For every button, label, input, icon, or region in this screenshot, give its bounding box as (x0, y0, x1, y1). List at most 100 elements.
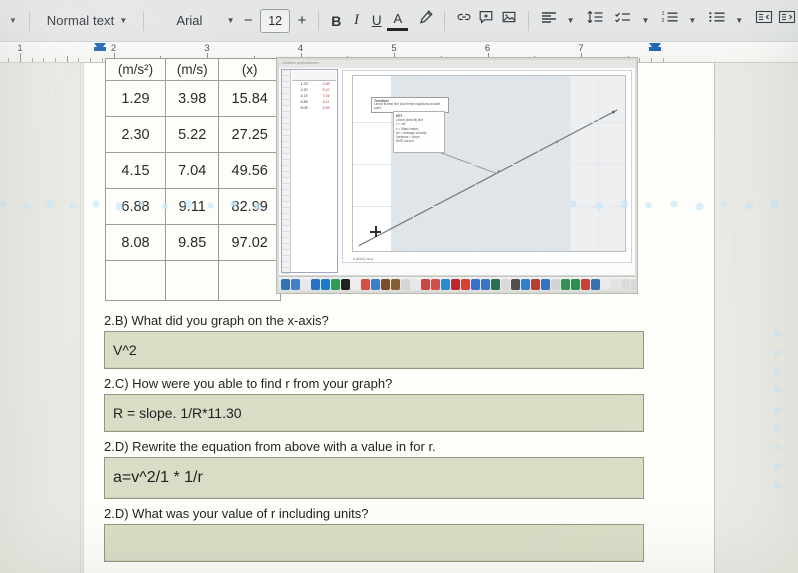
screen-photo: ▼ Normal text ▼ Arial ▼ − 12 + B I U A ▼… (0, 0, 798, 573)
insert-link-icon[interactable] (452, 9, 475, 33)
dock-app-icon (331, 278, 340, 290)
table-cell[interactable]: 97.02 (218, 224, 281, 261)
table-cell[interactable]: 8.08 (104, 224, 167, 261)
toolbar-overflow-caret-icon[interactable]: ▼ (9, 8, 17, 34)
dock-app-icon (291, 278, 300, 290)
answer-input-2c[interactable]: R = slope. 1/R*11.30 (104, 394, 644, 432)
table-row[interactable]: 2.30 5.22 27.25 (104, 116, 281, 153)
table-cell[interactable]: 4.15 (104, 152, 167, 189)
font-family-dropdown[interactable]: Arial (151, 8, 221, 34)
numbered-list-control[interactable]: 1 2 ▼ (657, 9, 701, 33)
bulleted-list-icon[interactable] (704, 9, 730, 33)
add-comment-icon[interactable] (475, 9, 498, 33)
font-size-input[interactable]: 12 (260, 8, 291, 33)
paragraph-style-dropdown[interactable]: Normal text ▼ (37, 8, 137, 34)
table-header-cell: (m/s) (165, 58, 220, 81)
left-indent-marker[interactable] (94, 43, 106, 51)
table-row[interactable]: 8.08 9.85 97.02 (104, 224, 281, 261)
dock-app-icon (501, 278, 510, 290)
bulleted-list-caret-icon[interactable]: ▼ (735, 16, 743, 25)
checklist-caret-icon[interactable]: ▼ (641, 16, 649, 25)
dock-app-icon (421, 278, 430, 290)
embedded-graph-screenshot[interactable]: Untitled spreadsheet 1.29 2.30 4.15 6.88 8.0… (276, 57, 638, 294)
document-toolbar: ▼ Normal text ▼ Arial ▼ − 12 + B I U A ▼… (0, 0, 798, 42)
table-cell[interactable] (218, 260, 281, 301)
dock-app-icon (351, 278, 360, 290)
answer-input-2d[interactable]: a=v^2/1 * 1/r (104, 457, 644, 499)
dock-app-icon (631, 278, 635, 290)
dock-app-icon (541, 278, 550, 290)
dock-app-icon (561, 278, 570, 290)
table-cell[interactable]: 9.11 (165, 188, 220, 225)
dock-app-icon (431, 278, 440, 290)
ruler-tick (31, 58, 33, 62)
data-point (497, 170, 500, 173)
table-row[interactable] (104, 260, 281, 301)
macos-dock (279, 276, 635, 291)
decrease-font-size-button[interactable]: − (240, 8, 258, 34)
style-dropdown-caret-icon: ▼ (119, 16, 128, 25)
highlight-pen-icon[interactable] (414, 9, 437, 33)
table-cell[interactable]: 5.22 (165, 116, 220, 153)
table-cell[interactable]: 6.88 (104, 188, 167, 225)
dock-app-icon (321, 278, 330, 290)
answer-input-2b[interactable]: V^2 (104, 331, 644, 369)
dock-app-icon (281, 278, 290, 290)
table-cell[interactable]: 15.84 (218, 80, 281, 117)
table-cell[interactable]: 2.30 (104, 116, 167, 153)
embedded-window-titlebar: Untitled spreadsheet (279, 60, 635, 68)
spreadsheet-row-number (282, 268, 290, 274)
glare-dot (46, 200, 56, 210)
align-icon[interactable] (536, 9, 562, 33)
dock-app-icon (371, 278, 380, 290)
line-spacing-icon[interactable] (584, 9, 607, 33)
table-cell[interactable]: 7.04 (165, 152, 220, 189)
glare-dot (774, 425, 781, 432)
table-cell[interactable] (104, 260, 167, 301)
table-row[interactable]: 4.15 7.04 49.56 (104, 152, 281, 189)
table-cell[interactable] (165, 260, 220, 301)
decrease-indent-icon[interactable] (752, 9, 775, 33)
align-control[interactable]: ▼ (536, 9, 580, 33)
table-cell[interactable]: 3.98 (165, 80, 220, 117)
bold-button[interactable]: B (326, 8, 347, 34)
question-block-2d2: 2.D) What was your value of r including … (104, 506, 644, 562)
dock-app-icon (571, 278, 580, 290)
underline-button[interactable]: U (366, 8, 387, 34)
numbered-list-caret-icon[interactable]: ▼ (688, 16, 696, 25)
paragraph-style-label: Normal text (46, 13, 115, 28)
dock-app-icon (511, 278, 520, 290)
data-table[interactable]: (m/s²) (m/s) (x) 1.29 3.98 15.84 2.30 5.22 27.25… (104, 58, 281, 301)
ruler-tick (78, 58, 80, 62)
data-point (611, 110, 615, 114)
align-caret-icon[interactable]: ▼ (567, 16, 575, 25)
answer-input-2d2[interactable] (104, 524, 644, 562)
increase-font-size-button[interactable]: + (293, 8, 311, 34)
right-indent-marker[interactable] (649, 43, 661, 51)
plot-legend-items: Linear (best fit) line v = vel x = Mass ma… (396, 118, 442, 143)
italic-button[interactable]: I (347, 8, 366, 34)
toolbar-divider (28, 10, 30, 31)
table-row[interactable]: 1.29 3.98 15.84 (104, 80, 281, 117)
table-cell[interactable]: 27.25 (218, 116, 281, 153)
crosshair-cursor-icon (370, 226, 381, 237)
checklist-icon[interactable] (610, 9, 636, 33)
embedded-window: Untitled spreadsheet 1.29 2.30 4.15 6.88 8.0… (279, 60, 635, 275)
toolbar-divider (444, 10, 446, 31)
dock-app-icon (381, 278, 390, 290)
table-cell[interactable]: 49.56 (218, 152, 281, 189)
table-cell[interactable]: 82.99 (218, 188, 281, 225)
numbered-list-icon[interactable]: 1 2 (657, 9, 683, 33)
font-dropdown-caret-icon[interactable]: ▼ (227, 8, 235, 34)
increase-indent-icon[interactable] (775, 9, 798, 33)
plot-legend-item: RMS curved (396, 139, 414, 144)
bulleted-list-control[interactable]: ▼ (704, 9, 748, 33)
text-color-icon[interactable]: A (387, 11, 409, 31)
checklist-control[interactable]: ▼ (610, 9, 654, 33)
table-cell[interactable]: 1.29 (104, 80, 167, 117)
dock-app-icon (461, 278, 470, 290)
insert-image-icon[interactable] (498, 9, 521, 33)
table-cell[interactable]: 9.85 (165, 224, 220, 261)
glare-dot (720, 200, 727, 207)
table-row[interactable]: 6.88 9.11 82.99 (104, 188, 281, 225)
